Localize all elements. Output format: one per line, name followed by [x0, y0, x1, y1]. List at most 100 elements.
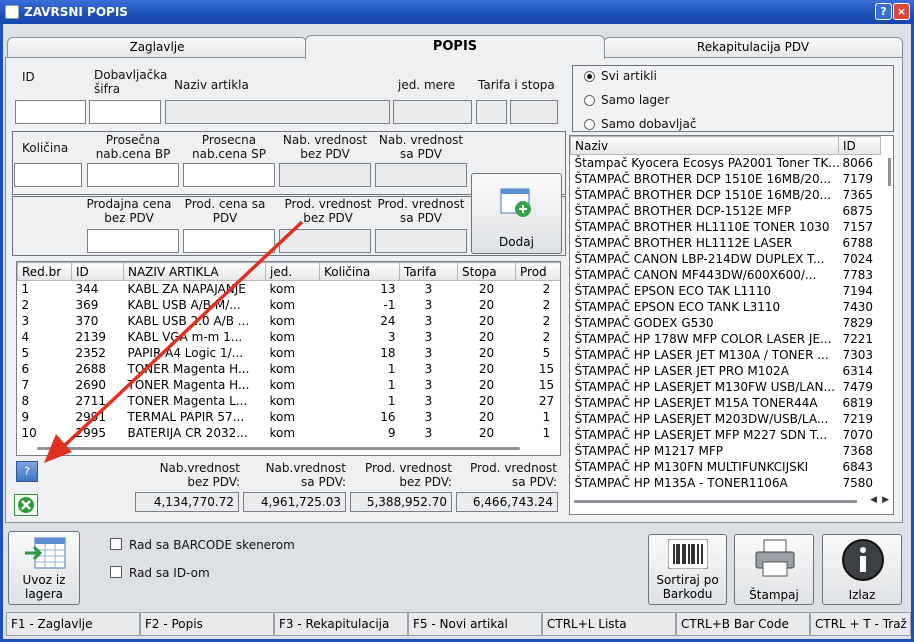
list-col-id[interactable]: ID: [838, 136, 881, 155]
list-item[interactable]: ŠTAMPAČ BROTHER HL1110E TONER 1030 7157: [571, 219, 881, 235]
dodaj-button[interactable]: Dodaj: [471, 173, 562, 254]
col-redbr[interactable]: Red.br: [17, 262, 72, 281]
table-row[interactable]: 2 369 KABL USB A/B M/... kom -1 3 20 2: [18, 297, 561, 313]
radio-samo-lager-label: Samo lager: [601, 93, 670, 107]
list-item[interactable]: ŠTAMPAČ HP LASER JET M130A / TONER ... 73…: [571, 347, 881, 363]
list-item[interactable]: ŠTAMPAČ BROTHER DCP-1512E MFP 6875: [571, 203, 881, 219]
help-small-button[interactable]: ?: [16, 461, 38, 482]
list-item[interactable]: ŠTAMPAČ BROTHER DCP 1510E 16MB/20... 7365: [571, 187, 881, 203]
radio-samo-dobavljac[interactable]: [584, 119, 595, 130]
list-h-scrollbar[interactable]: [574, 500, 857, 503]
list-item[interactable]: ŠTAMPAČ HP LASERJET M130FW USB/LAN... 747…: [571, 379, 881, 395]
list-item[interactable]: ŠTAMPAČ BROTHER HL1112E LASER 6788: [571, 235, 881, 251]
dob-sifra-input[interactable]: [89, 100, 161, 124]
table-h-scrollbar[interactable]: [37, 447, 520, 450]
table-row[interactable]: 10 2995 BATERIJA CR 2032... kom 9 3 20 1: [18, 425, 561, 441]
izlaz-button[interactable]: Izlaz: [822, 534, 902, 605]
list-item[interactable]: ŠTAMPAČ HP LASER JET PRO M102A 6314: [571, 363, 881, 379]
table-cell: 370: [75, 313, 99, 328]
items-table[interactable]: Red.br ID NAZIV ARTIKLA jed. Količina Ta…: [16, 261, 561, 456]
list-item[interactable]: ŠTAMPAČ HP LASERJET MFP M227 SDN T... 707…: [571, 427, 881, 443]
list-v-scrollbar[interactable]: [888, 158, 891, 186]
prod-cena-bez-input[interactable]: [87, 229, 179, 253]
scroll-right-arrow-icon[interactable]: ▶: [882, 495, 889, 505]
table-cell: 3: [21, 313, 30, 328]
status-f2: F2 - Popis: [140, 612, 274, 636]
list-item-id: 7365: [842, 187, 874, 202]
col-stopa[interactable]: Stopa: [457, 262, 516, 281]
list-item[interactable]: ŠTAMPAČ CANON MF443DW/600X600/... 7783: [571, 267, 881, 283]
excel-export-button[interactable]: [14, 494, 38, 516]
list-item[interactable]: ŠTAMPAČ HP M135A - TONER1106A 7580: [571, 475, 881, 491]
table-cell: KABL USB 2.0 A/B ...: [127, 313, 250, 328]
table-row[interactable]: 1 344 KABL ZA NAPAJANJE kom 13 3 20 2: [18, 281, 561, 297]
tarifa-input[interactable]: [476, 100, 507, 124]
radio-svi-artikli[interactable]: [584, 71, 595, 82]
list-item[interactable]: ŠTAMPAČ HP M1217 MFP 7368: [571, 443, 881, 459]
list-item[interactable]: ŠTAMPAČ GODEX G530 7829: [571, 315, 881, 331]
tab-popis[interactable]: POPIS: [305, 35, 605, 59]
col-tarifa[interactable]: Tarifa: [399, 262, 458, 281]
list-item[interactable]: ŠTAMPAČ HP LASERJET M15A TONER44A 6819: [571, 395, 881, 411]
table-row[interactable]: 3 370 KABL USB 2.0 A/B ... kom 24 3 20 2: [18, 313, 561, 329]
list-item[interactable]: ŠTAMPAČ CANON LBP-214DW DUPLEX T... 7024: [571, 251, 881, 267]
list-item[interactable]: Štampač Kyocera Ecosys PA2001 Toner TK..…: [571, 155, 881, 171]
radio-samo-lager[interactable]: [584, 95, 595, 106]
article-list[interactable]: Naziv ID Štampač Kyocera Ecosys PA2001 T…: [569, 135, 894, 515]
table-cell: 13: [380, 281, 396, 296]
barcode-checkbox[interactable]: [110, 538, 122, 550]
jed-mere-input[interactable]: [393, 100, 472, 124]
stopa-input[interactable]: [510, 100, 558, 124]
list-item[interactable]: ŠTAMPAČ HP 178W MFP COLOR LASER JE... 722…: [571, 331, 881, 347]
printer-icon: [755, 539, 795, 577]
help-button[interactable]: ?: [875, 3, 892, 20]
table-row[interactable]: 8 2711 TONER Magenta L... kom 1 3 20 27: [18, 393, 561, 409]
kolicina-input[interactable]: [14, 163, 82, 187]
close-button[interactable]: ×: [893, 3, 910, 20]
radio-samo-dobavljac-label: Samo dobavljač: [601, 117, 697, 131]
list-col-naziv[interactable]: Naziv: [570, 136, 839, 155]
naziv-input[interactable]: [165, 100, 390, 124]
list-item[interactable]: ŠTAMPAČ HP M130FN MULTIFUNKCIJSKI 6843: [571, 459, 881, 475]
label-kolicina: Količina: [22, 141, 69, 155]
id-mode-checkbox[interactable]: [110, 566, 122, 578]
list-item[interactable]: ŠTAMPAČ BROTHER DCP 1510E 16MB/20... 7179: [571, 171, 881, 187]
table-row[interactable]: 5 2352 PAPIR A4 Logic 1/... kom 18 3 20 5: [18, 345, 561, 361]
table-cell: 3: [424, 393, 433, 408]
col-jed[interactable]: jed.: [265, 262, 320, 281]
table-cell: TONER Magenta H...: [127, 377, 250, 392]
stampaj-button[interactable]: Štampaj: [734, 534, 814, 605]
table-cell: 1: [542, 409, 551, 424]
col-prod[interactable]: Prod: [515, 262, 560, 281]
prod-vred-bez-input[interactable]: [279, 229, 371, 253]
sortiraj-button[interactable]: Sortiraj po Barkodu: [648, 534, 727, 605]
col-kolicina[interactable]: Količina: [319, 262, 400, 281]
prod-vred-sa-input[interactable]: [375, 229, 467, 253]
table-cell: 20: [478, 425, 495, 440]
table-row[interactable]: 9 2991 TERMAL PAPIR 57... kom 16 3 20 1: [18, 409, 561, 425]
nab-sa-input[interactable]: [375, 163, 467, 187]
prosecna-sp-input[interactable]: [183, 163, 275, 187]
list-item-naziv: ŠTAMPAČ HP M130FN MULTIFUNKCIJSKI: [574, 459, 809, 474]
list-item-naziv: ŠTAMPAČ BROTHER DCP 1510E 16MB/20...: [574, 187, 832, 202]
label-prosecna-bp: Prosečna nab.cena BP: [95, 133, 171, 161]
list-item[interactable]: ŠTAMPAČ EPSON ECO TAK L1110 7194: [571, 283, 881, 299]
id-input[interactable]: [15, 100, 86, 124]
table-row[interactable]: 7 2690 TONER Magenta H... kom 1 3 20 15: [18, 377, 561, 393]
tab-zaglavlje[interactable]: Zaglavlje: [7, 37, 307, 57]
list-item[interactable]: ŠTAMPAČ EPSON ECO TANK L3110 7430: [571, 299, 881, 315]
col-naziv[interactable]: NAZIV ARTIKLA: [123, 262, 266, 281]
list-item[interactable]: ŠTAMPAČ HP LASERJET M203DW/USB/LA... 7219: [571, 411, 881, 427]
table-cell: PAPIR A4 Logic 1/...: [127, 345, 244, 360]
list-item-naziv: ŠTAMPAČ HP LASERJET MFP M227 SDN T...: [574, 427, 828, 442]
table-row[interactable]: 6 2688 TONER Magenta H... kom 1 3 20 15: [18, 361, 561, 377]
prosecna-bp-input[interactable]: [87, 163, 179, 187]
list-item-id: 7783: [842, 267, 874, 282]
scroll-left-arrow-icon[interactable]: ◀: [870, 495, 877, 505]
tab-rekapitulacija[interactable]: Rekapitulacija PDV: [603, 37, 903, 57]
col-id[interactable]: ID: [71, 262, 124, 281]
prod-cena-sa-input[interactable]: [183, 229, 275, 253]
table-row[interactable]: 4 2139 KABL VGA m-m 1... kom 3 3 20 2: [18, 329, 561, 345]
nab-bez-input[interactable]: [279, 163, 371, 187]
uvoz-button[interactable]: Uvoz iz lagera: [8, 531, 80, 605]
